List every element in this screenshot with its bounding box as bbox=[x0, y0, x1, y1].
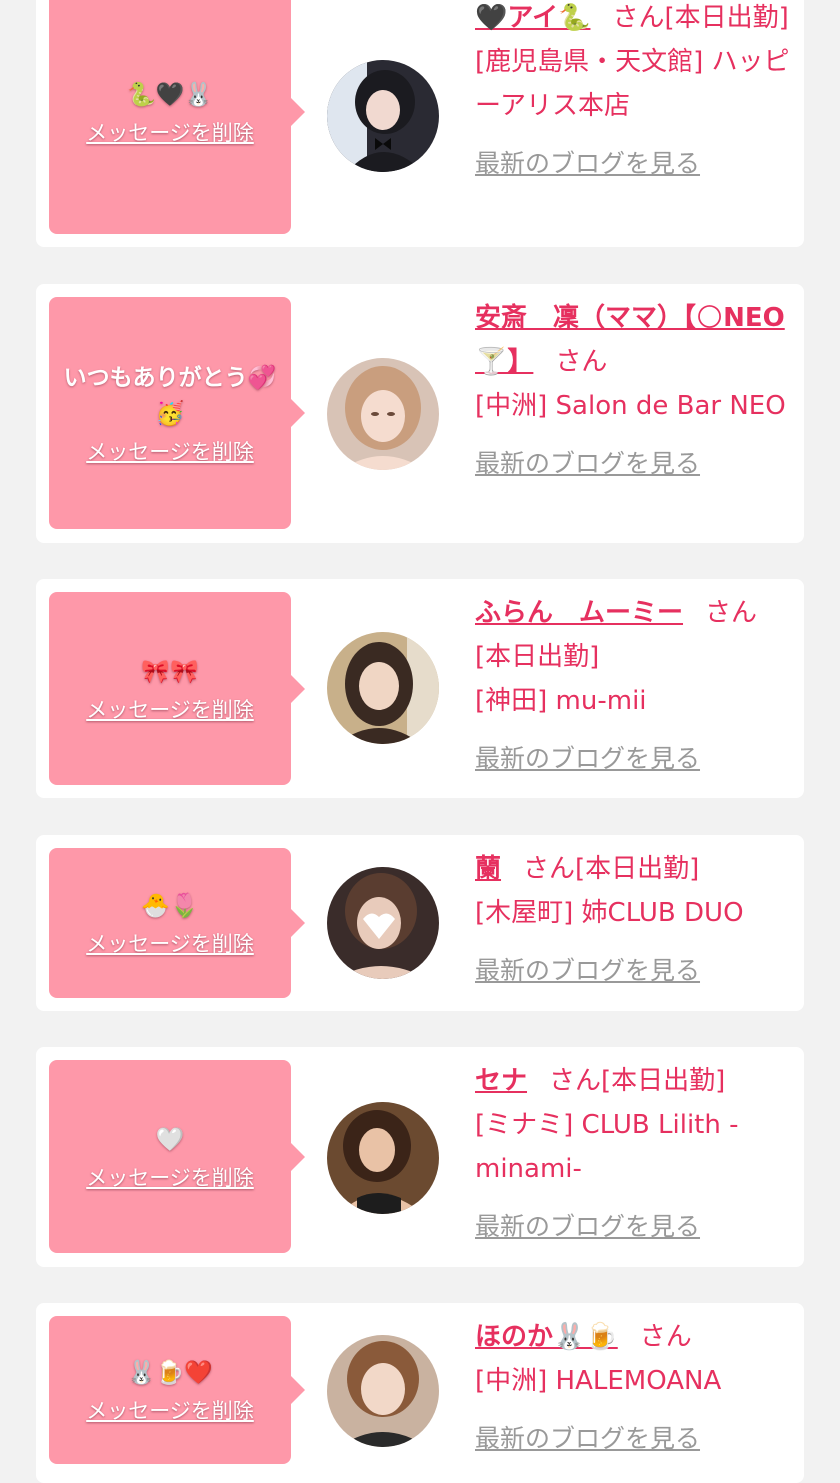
message-bubble: 🎀🎀 メッセージを削除 bbox=[49, 592, 305, 785]
san-label: さん bbox=[705, 598, 758, 628]
avatar[interactable] bbox=[327, 1335, 439, 1447]
cast-info: セナ さん[本日出勤] [ミナミ] CLUB Lilith -minami- 最新… bbox=[475, 1059, 797, 1249]
message-bubble: 🐰🍺❤️ メッセージを削除 bbox=[49, 1316, 305, 1464]
delete-message-link[interactable]: メッセージを削除 bbox=[86, 436, 254, 466]
cast-info: 蘭さん[本日出勤] [木屋町] 姉CLUB DUO 最新のブログを見る bbox=[475, 847, 797, 993]
cast-info: 安斎 凜（ママ）【🌕NEO🍸】 さん [中洲] Salon de Bar NEO … bbox=[475, 296, 797, 486]
status-text: [本日出勤] bbox=[475, 642, 600, 672]
status-text: [本日出勤] bbox=[575, 854, 700, 884]
location-text: [中洲] HALEMOANA bbox=[475, 1366, 722, 1396]
cast-name-link[interactable]: 蘭 bbox=[475, 854, 501, 884]
avatar[interactable] bbox=[327, 358, 439, 470]
message-text: 🐍🖤🐰 bbox=[127, 82, 213, 108]
san-label: さん bbox=[549, 1066, 602, 1096]
cast-info: 🖤アイ🐍 さん[本日出勤] [鹿児島県・天文館] ハッピーアリス本店 最新のブログ… bbox=[475, 0, 797, 186]
message-text: 🤍 bbox=[155, 1126, 185, 1153]
cast-info: ほのか🐰🍺 さん [中洲] HALEMOANA 最新のブログを見る bbox=[475, 1315, 797, 1461]
message-text: いつもありがとう💞🥳 bbox=[63, 365, 277, 427]
delete-message-link[interactable]: メッセージを削除 bbox=[86, 928, 254, 958]
cast-name-link[interactable]: セナ bbox=[475, 1066, 527, 1096]
location-text: [中洲] Salon de Bar NEO bbox=[475, 391, 786, 421]
message-bubble: 🐣🌷 メッセージを削除 bbox=[49, 848, 305, 998]
cast-name-link[interactable]: ほのか🐰🍺 bbox=[475, 1322, 618, 1352]
cast-name-link[interactable]: 🖤アイ🐍 bbox=[475, 3, 590, 33]
san-label: さん bbox=[555, 347, 608, 377]
delete-message-link[interactable]: メッセージを削除 bbox=[86, 1395, 254, 1425]
cast-name-link[interactable]: 安斎 凜（ママ）【🌕NEO🍸】 bbox=[475, 303, 785, 377]
avatar[interactable] bbox=[327, 867, 439, 979]
status-text: [本日出勤] bbox=[664, 3, 789, 33]
location-text: [ミナミ] CLUB Lilith -minami- bbox=[475, 1110, 739, 1184]
favorite-card: 🤍 メッセージを削除 セナ さん[本日出勤] [ミナミ] CLUB Lilith … bbox=[36, 1047, 804, 1267]
latest-blog-link[interactable]: 最新のブログを見る bbox=[475, 1205, 700, 1249]
cast-name-link[interactable]: ふらん ムーミー bbox=[475, 598, 683, 628]
latest-blog-link[interactable]: 最新のブログを見る bbox=[475, 949, 700, 993]
favorite-card: 🐍🖤🐰 メッセージを削除 🖤アイ🐍 さん[本日出勤] [鹿児島県・天文館] ハッピ… bbox=[36, 0, 804, 247]
location-text: [神田] mu-mii bbox=[475, 686, 647, 716]
message-bubble: いつもありがとう💞🥳 メッセージを削除 bbox=[49, 297, 305, 529]
cast-info: ふらん ムーミー さん [本日出勤] [神田] mu-mii 最新のブログを見る bbox=[475, 591, 797, 781]
delete-message-link[interactable]: メッセージを削除 bbox=[86, 117, 254, 147]
location-text: [木屋町] 姉CLUB DUO bbox=[475, 898, 744, 928]
san-label: さん bbox=[639, 1322, 692, 1352]
location-text: [鹿児島県・天文館] ハッピーアリス本店 bbox=[475, 47, 790, 121]
latest-blog-link[interactable]: 最新のブログを見る bbox=[475, 1417, 700, 1461]
message-bubble: 🤍 メッセージを削除 bbox=[49, 1060, 305, 1253]
latest-blog-link[interactable]: 最新のブログを見る bbox=[475, 737, 700, 781]
avatar[interactable] bbox=[327, 60, 439, 172]
favorite-card: 🐣🌷 メッセージを削除 蘭さん[本日出勤] [木屋町] 姉CLUB DUO 最新… bbox=[36, 835, 804, 1011]
status-text: [本日出勤] bbox=[601, 1066, 726, 1096]
message-bubble: 🐍🖤🐰 メッセージを削除 bbox=[49, 0, 305, 234]
delete-message-link[interactable]: メッセージを削除 bbox=[86, 694, 254, 724]
avatar[interactable] bbox=[327, 632, 439, 744]
favorite-card: いつもありがとう💞🥳 メッセージを削除 安斎 凜（ママ）【🌕NEO🍸】 さん [中… bbox=[36, 284, 804, 543]
latest-blog-link[interactable]: 最新のブログを見る bbox=[475, 442, 700, 486]
san-label: さん bbox=[523, 854, 576, 884]
favorite-card: 🎀🎀 メッセージを削除 ふらん ムーミー さん [本日出勤] [神田] mu-mi… bbox=[36, 579, 804, 798]
san-label: さん bbox=[612, 3, 665, 33]
message-text: 🎀🎀 bbox=[141, 658, 199, 685]
delete-message-link[interactable]: メッセージを削除 bbox=[86, 1162, 254, 1192]
favorite-card: 🐰🍺❤️ メッセージを削除 ほのか🐰🍺 さん [中洲] HALEMOANA 最新の… bbox=[36, 1303, 804, 1483]
avatar[interactable] bbox=[327, 1102, 439, 1214]
message-text: 🐣🌷 bbox=[141, 893, 199, 919]
latest-blog-link[interactable]: 最新のブログを見る bbox=[475, 142, 700, 186]
message-text: 🐰🍺❤️ bbox=[127, 1360, 213, 1386]
